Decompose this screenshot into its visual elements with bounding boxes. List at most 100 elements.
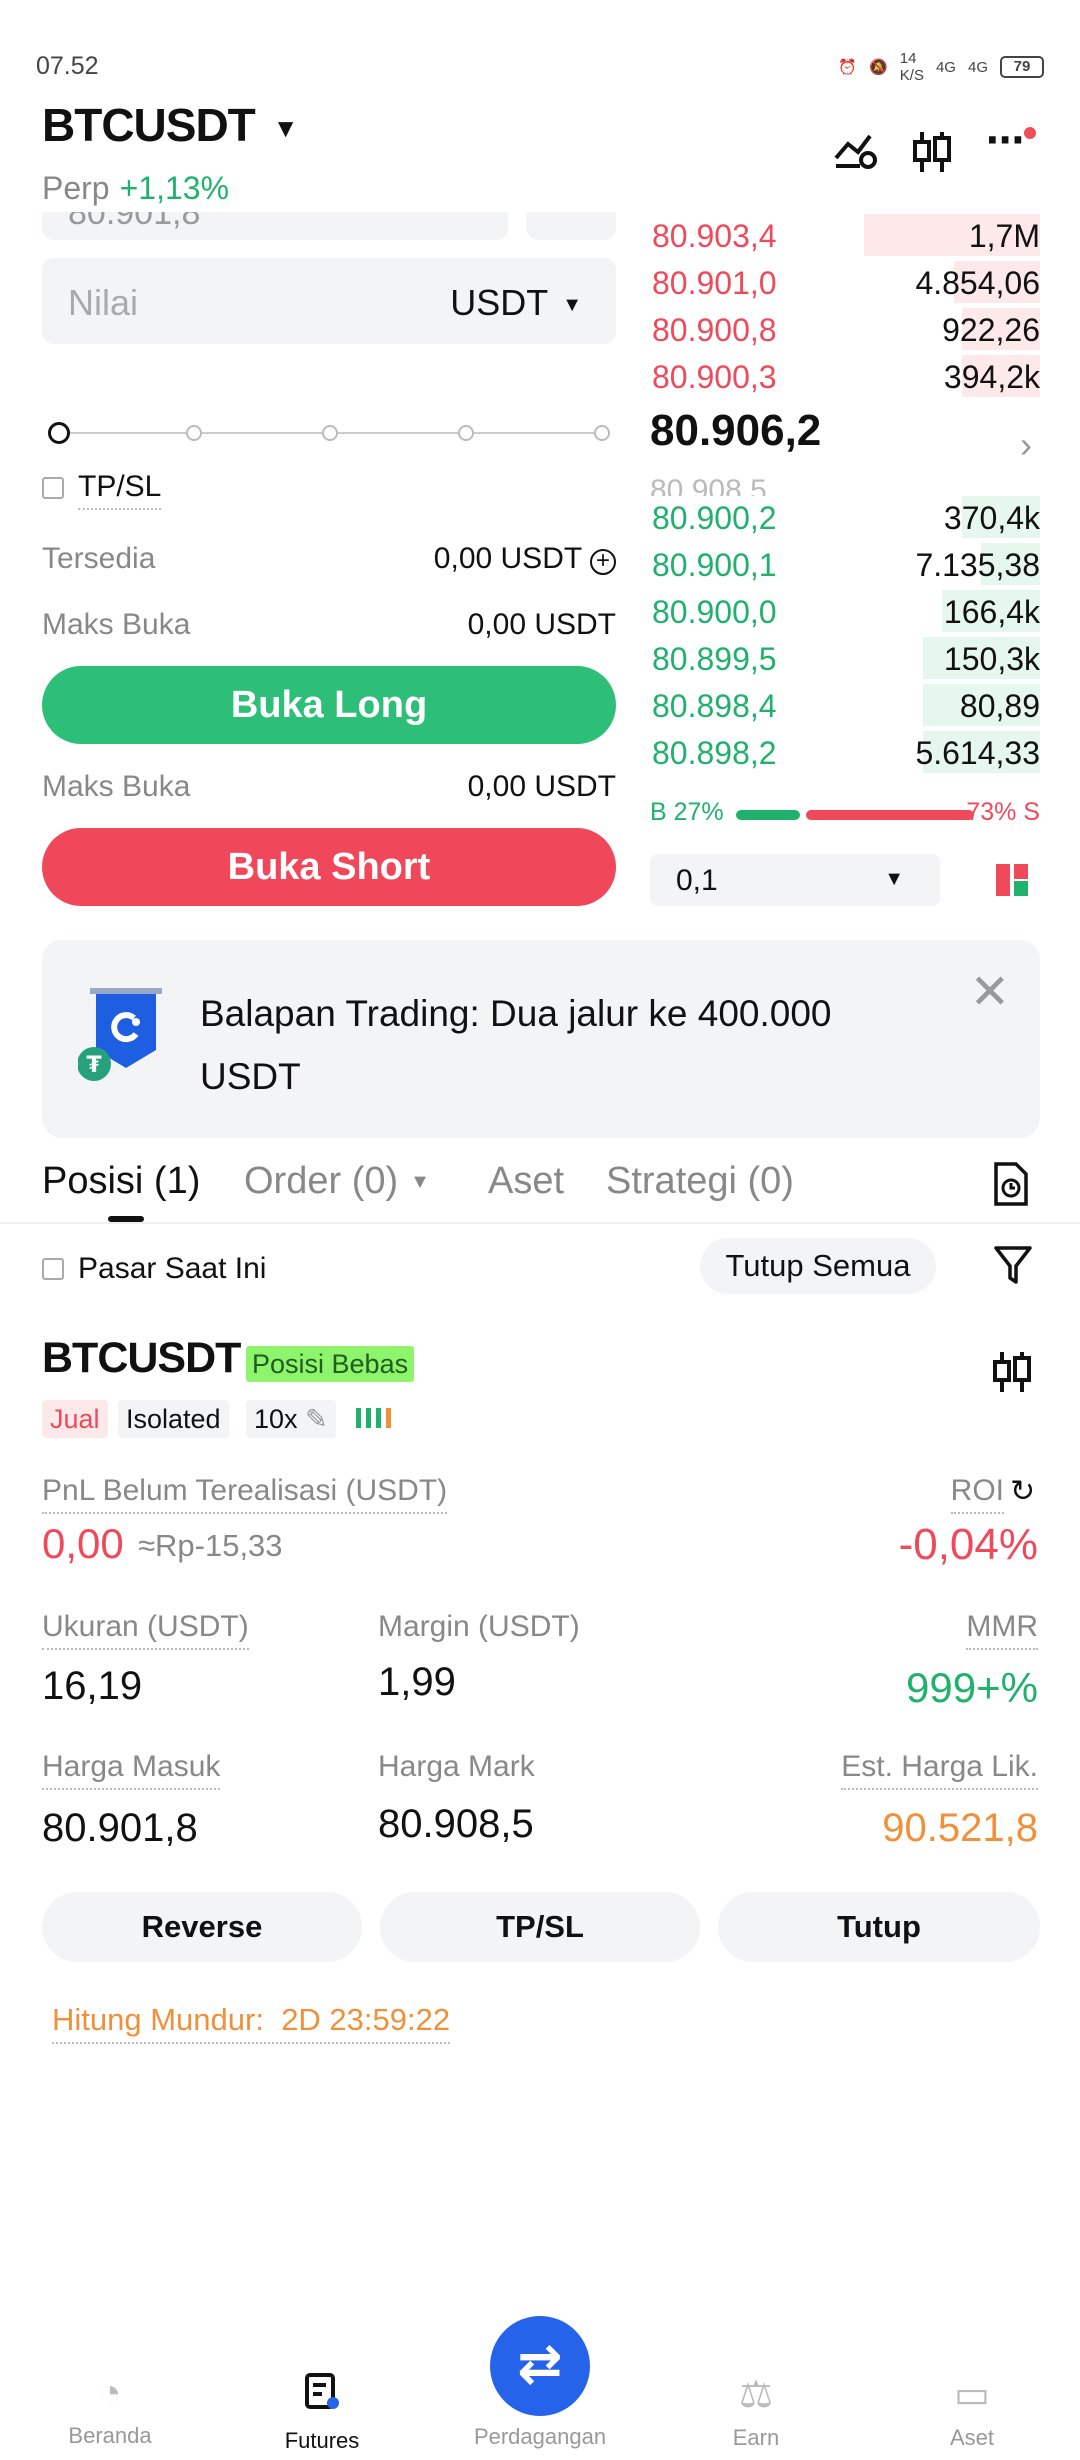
caret-down-icon: ▼	[272, 113, 299, 144]
signal-2: 4G	[967, 58, 988, 76]
candlestick-icon[interactable]	[912, 130, 952, 184]
current-market-checkbox[interactable]	[42, 1258, 64, 1280]
liq-price-label[interactable]: Est. Harga Lik.	[841, 1750, 1038, 1790]
status-bar: 07.52 ⏰ 🔕 14 K/S 4G 4G 79	[0, 0, 1080, 96]
ask-row[interactable]: 80.903,4 1,7M	[650, 212, 1040, 258]
tpsl-checkbox[interactable]	[42, 477, 64, 499]
mark-price-label: Harga Mark	[378, 1750, 535, 1783]
price-type-partial[interactable]	[526, 212, 616, 240]
bid-row[interactable]: 80.898,2 5.614,33	[650, 729, 1040, 775]
ask-row[interactable]: 80.900,8 922,26	[650, 306, 1040, 352]
unit-selector[interactable]: USDT ▼	[450, 282, 582, 324]
amount-input[interactable]: Nilai USDT ▼	[42, 258, 616, 344]
bid-row[interactable]: 80.900,0 166,4k	[650, 588, 1040, 634]
tab-assets[interactable]: Aset	[488, 1160, 564, 1203]
mid-price[interactable]: 80.906,2	[650, 406, 821, 456]
countdown[interactable]: Hitung Mundur: 2D 23:59:22	[52, 2002, 451, 2044]
liq-price-value: 90.521,8	[882, 1806, 1038, 1850]
position-tabs: Posisi (1) Order (0) ▼ Aset Strategi (0)	[42, 1160, 1040, 1222]
open-short-button[interactable]: Buka Short	[42, 828, 616, 906]
symbol-selector[interactable]: BTCUSDT ▼	[42, 98, 298, 152]
chart-toggle-icon[interactable]	[834, 130, 878, 180]
nav-trade[interactable]: Perdagangan	[450, 2424, 630, 2450]
bid-price: 80.898,4	[652, 688, 777, 724]
free-position-badge: Posisi Bebas	[246, 1346, 415, 1382]
current-market-label: Pasar Saat Ini	[78, 1252, 267, 1285]
close-all-button[interactable]: Tutup Semua	[700, 1238, 936, 1294]
orderbook-layout-icon[interactable]	[994, 862, 1030, 898]
alarm-icon: ⏰	[838, 59, 858, 76]
close-icon[interactable]: ✕	[970, 964, 1010, 1020]
refresh-icon[interactable]: ↻	[1010, 1474, 1035, 1509]
price-input-partial[interactable]: 80.901,8	[42, 212, 508, 240]
entry-price-label[interactable]: Harga Masuk	[42, 1750, 221, 1790]
margin-mode-tag: Isolated	[118, 1400, 229, 1438]
bid-row[interactable]: 80.900,1 7.135,38	[650, 541, 1040, 587]
bid-price: 80.900,0	[652, 594, 777, 630]
buy-ratio-bar	[736, 810, 800, 820]
mute-icon: 🔕	[869, 59, 888, 76]
pnl-label[interactable]: PnL Belum Terealisasi (USDT)	[42, 1474, 448, 1514]
bid-qty: 150,3k	[943, 641, 1040, 677]
tpsl-button[interactable]: TP/SL	[380, 1892, 700, 1962]
net-speed: 14 K/S	[899, 50, 924, 84]
ask-row[interactable]: 80.901,0 4.854,06	[650, 259, 1040, 305]
bid-row[interactable]: 80.898,4 80,89	[650, 682, 1040, 728]
trade-fab-button[interactable]: ⇄	[490, 2316, 590, 2416]
tab-positions[interactable]: Posisi (1)	[42, 1160, 200, 1203]
slider-step-50[interactable]	[322, 425, 338, 441]
swap-icon: ⇄	[517, 2334, 563, 2394]
bid-qty: 5.614,33	[915, 735, 1040, 771]
mmr-label[interactable]: MMR	[966, 1610, 1038, 1650]
reverse-button[interactable]: Reverse	[42, 1892, 362, 1962]
bid-qty: 166,4k	[943, 594, 1040, 630]
ask-row[interactable]: 80.900,3 394,2k	[650, 353, 1040, 399]
bid-row[interactable]: 80.899,5 150,3k	[650, 635, 1040, 681]
slider-step-100[interactable]	[594, 425, 610, 441]
pnl-value: 0,00	[42, 1520, 124, 1567]
precision-select[interactable]: 0,1 ▼	[650, 854, 940, 906]
close-position-button[interactable]: Tutup	[718, 1892, 1040, 1962]
sell-ratio-bar	[806, 810, 974, 820]
nav-home[interactable]: ◔ Beranda	[20, 2372, 200, 2449]
max-open-value-short: 0,00 USDT	[467, 770, 616, 803]
mmr-value: 999+%	[906, 1664, 1038, 1711]
bid-price: 80.900,1	[652, 547, 777, 583]
bid-qty: 80,89	[959, 688, 1040, 724]
promo-banner[interactable]: ₮ Balapan Trading: Dua jalur ke 400.000 …	[42, 940, 1040, 1138]
contract-info: Perp +1,13%	[42, 170, 229, 207]
sell-ratio: 73% S	[966, 798, 1040, 826]
tab-orders[interactable]: Order (0) ▼	[244, 1160, 430, 1203]
open-long-button[interactable]: Buka Long	[42, 666, 616, 744]
caret-down-icon: ▼	[884, 868, 904, 890]
plus-circle-icon: +	[590, 549, 616, 575]
ask-price: 80.901,0	[652, 265, 777, 301]
bid-price: 80.898,2	[652, 735, 777, 771]
slider-step-75[interactable]	[458, 425, 474, 441]
available-label: Tersedia	[42, 542, 156, 575]
chevron-right-icon[interactable]: ›	[1020, 424, 1032, 466]
side-tag: Jual	[42, 1400, 108, 1438]
home-icon: ◔	[98, 2372, 122, 2414]
position-symbol[interactable]: BTCUSDT	[42, 1334, 241, 1383]
slider-step-25[interactable]	[186, 425, 202, 441]
roi-label[interactable]: ROI	[950, 1474, 1004, 1514]
edit-icon: ✎	[305, 1404, 328, 1434]
slider-handle[interactable]	[48, 422, 70, 444]
ask-price: 80.900,8	[652, 312, 777, 348]
filter-icon[interactable]	[994, 1246, 1032, 1291]
bid-row[interactable]: 80.900,2 370,4k	[650, 494, 1040, 540]
tab-strategies[interactable]: Strategi (0)	[606, 1160, 794, 1203]
size-label[interactable]: Ukuran (USDT)	[42, 1610, 249, 1650]
candlestick-icon[interactable]	[992, 1350, 1032, 1399]
ask-qty: 4.854,06	[915, 265, 1040, 301]
history-icon[interactable]	[992, 1162, 1030, 1211]
nav-assets[interactable]: ▭ Aset	[882, 2372, 1062, 2451]
nav-futures[interactable]: Futures	[232, 2372, 412, 2454]
tpsl-label: TP/SL	[78, 470, 162, 510]
nav-earn[interactable]: ⚖ Earn	[666, 2372, 846, 2451]
buy-ratio: B 27%	[650, 798, 724, 826]
leverage-tag[interactable]: 10x ✎	[246, 1400, 336, 1438]
amount-placeholder: Nilai	[68, 282, 139, 323]
more-icon[interactable]: ⋯	[986, 118, 1024, 163]
